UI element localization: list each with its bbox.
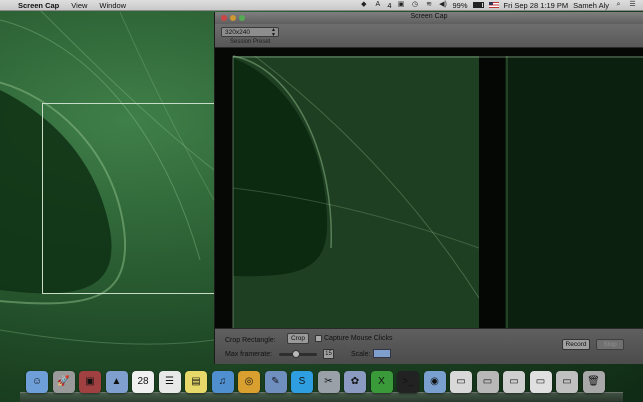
xcode-icon[interactable]: ✎ [264, 371, 287, 393]
stickies-icon[interactable]: ▤ [185, 371, 207, 393]
max-framerate-label: Max framerate: [225, 351, 273, 358]
spotlight-search-icon[interactable]: ⌕ [614, 1, 623, 9]
folder-stack-icon[interactable]: ▭ [476, 371, 499, 393]
window-stack-icon[interactable]: ▭ [529, 371, 552, 393]
document-icon[interactable]: ▭ [450, 371, 472, 393]
download-stack-icon[interactable]: ▭ [503, 371, 525, 393]
framerate-slider[interactable] [279, 350, 317, 358]
iphoto-icon[interactable]: ✿ [344, 371, 366, 393]
screen-cap-status-icon[interactable]: ▣ [397, 1, 406, 9]
capture-mouse-clicks-label[interactable]: Capture Mouse Clicks [324, 335, 392, 342]
photo-booth-icon[interactable]: ▣ [79, 371, 101, 393]
wifi-icon[interactable]: ≋ [425, 1, 434, 9]
adium-icon[interactable]: A [373, 1, 382, 9]
dock: ☺ 🚀 ▣ ▲ 28 ☰ ▤ ♫ ◎ ✎ S ✂ ✿ X >_ ◉ ▭ ▭ ▭ ▭ ▭ 🗑 [20, 368, 623, 402]
stop-button[interactable]: Stop [596, 339, 624, 350]
input-source-flag-icon[interactable] [488, 2, 499, 8]
framerate-value-field[interactable]: 15 [323, 349, 334, 359]
view-menu[interactable]: View [71, 1, 87, 10]
session-preset-select[interactable]: 320x240 ▲ ▼ [221, 27, 279, 37]
scale-field[interactable] [373, 349, 391, 358]
crop-button[interactable]: Crop [287, 333, 309, 344]
volume-icon[interactable]: ◀) [439, 1, 448, 9]
notification-center-icon[interactable]: ☰ [628, 1, 637, 9]
user-menu[interactable]: Sameh Aly [573, 1, 609, 10]
window-toolbar: 320x240 ▲ ▼ Session Preset [215, 24, 643, 48]
menubar-clock[interactable]: Fri Sep 28 1:19 PM [504, 1, 569, 10]
time-machine-icon[interactable]: ◷ [411, 1, 420, 9]
session-preset-label: Session Preset [230, 39, 271, 45]
itunes-icon[interactable]: ♫ [211, 371, 234, 393]
dock-shelf [20, 392, 623, 402]
dropbox-icon[interactable]: ◆ [359, 1, 368, 9]
window-titlebar[interactable]: Screen Cap [215, 12, 643, 24]
status-area: ◆ A 4 ▣ ◷ ≋ ◀) 99% Fri Sep 28 1:19 PM Sa… [359, 1, 643, 10]
session-preset-value: 320x240 [225, 29, 250, 36]
reminders-icon[interactable]: ☰ [158, 371, 181, 393]
battery-percent[interactable]: 99% [453, 1, 468, 10]
capture-controls-panel: Crop Rectangle: Crop Capture Mouse Click… [215, 328, 643, 364]
excel-icon[interactable]: X [370, 371, 393, 393]
capture-preview [215, 48, 643, 328]
finder-icon[interactable]: ☺ [26, 371, 48, 393]
chrome-icon[interactable]: ◎ [238, 371, 260, 393]
scale-label: Scale: [351, 351, 371, 358]
framerate-slider-thumb[interactable] [292, 350, 301, 358]
window-menu[interactable]: Window [99, 1, 126, 10]
crop-rectangle-label: Crop Rectangle: [225, 337, 276, 344]
launchpad-icon[interactable]: 🚀 [52, 371, 75, 393]
calendar-icon[interactable]: 28 [132, 371, 154, 393]
window-title: Screen Cap [410, 13, 448, 20]
screen-cap-icon[interactable]: ◉ [423, 371, 446, 393]
instruments-icon[interactable]: ✂ [317, 371, 340, 393]
select-arrows-icon: ▲ ▼ [271, 27, 276, 38]
screenshot-stack-icon[interactable]: ▭ [556, 371, 578, 393]
record-button[interactable]: Record [562, 339, 590, 350]
battery-icon[interactable] [472, 2, 484, 8]
terminal-icon[interactable]: >_ [397, 371, 419, 393]
menu-bar: Screen Cap View Window ◆ A 4 ▣ ◷ ≋ ◀) 99… [0, 0, 643, 11]
app-menu[interactable]: Screen Cap [18, 1, 59, 10]
preview-image [232, 55, 643, 328]
trash-icon[interactable]: 🗑 [582, 371, 605, 393]
adium-badge: 4 [387, 0, 392, 10]
screen-cap-window: Screen Cap 320x240 ▲ ▼ Session Preset Cro… [214, 12, 643, 364]
capture-mouse-clicks-checkbox[interactable] [315, 335, 322, 342]
preview-icon[interactable]: ▲ [105, 371, 128, 393]
skype-icon[interactable]: S [291, 371, 313, 393]
